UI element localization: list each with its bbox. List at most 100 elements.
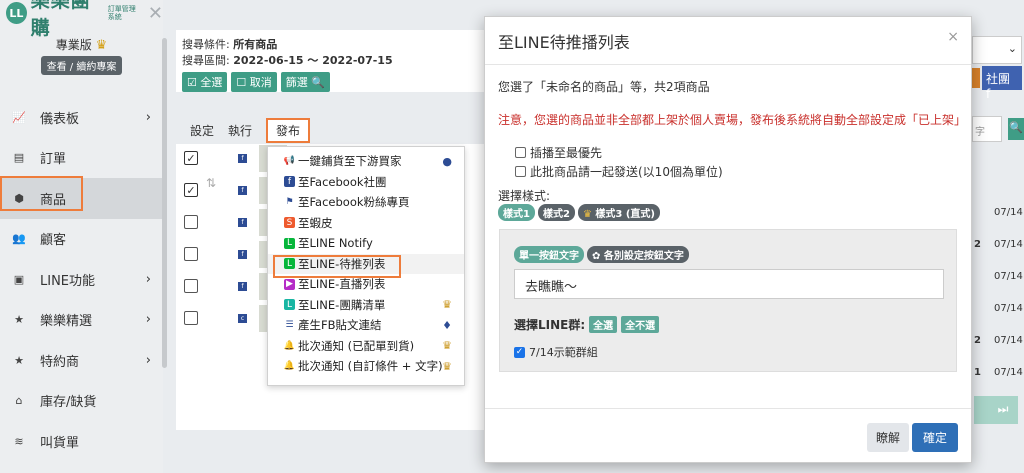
close-sidebar-icon[interactable]: ✕ bbox=[148, 3, 163, 24]
single-button-text-option[interactable]: 單一按鈕文字 bbox=[514, 246, 584, 263]
button-text-input[interactable]: 去瞧瞧～ bbox=[514, 269, 944, 299]
search-icon[interactable]: 🔍 bbox=[1008, 118, 1024, 140]
filter-condition: 搜尋條件: 所有商品 bbox=[182, 38, 278, 51]
tab-execute[interactable]: 執行 bbox=[228, 122, 252, 139]
menu-item-label: 至LINE Notify bbox=[298, 236, 373, 251]
background-search-input[interactable]: 字 bbox=[972, 116, 1002, 142]
menu-item-label: 至LINE-團購清單 bbox=[298, 297, 386, 312]
row-source-icon: c bbox=[238, 313, 247, 323]
stack-icon: ≋ bbox=[14, 434, 24, 448]
style-3-button[interactable]: ♛ 樣式3 (直式) bbox=[577, 204, 660, 221]
sidebar-item-7[interactable]: ⌂ 庫存/缺貨 bbox=[0, 381, 163, 422]
background-orange-button[interactable] bbox=[972, 68, 980, 88]
sidebar-item-1[interactable]: ▤ 訂單 bbox=[0, 138, 163, 179]
publish-menu-item-7[interactable]: L 至LINE-團購清單 ♛ bbox=[268, 295, 464, 316]
publish-menu-item-1[interactable]: f 至Facebook社團 bbox=[268, 172, 464, 193]
sidebar-item-0[interactable]: 📈 儀表板 › bbox=[0, 97, 163, 138]
chart-icon: 📈 bbox=[12, 110, 26, 124]
select-all-groups-button[interactable]: 全選 bbox=[589, 316, 618, 333]
row-source-icon: f bbox=[238, 185, 247, 195]
sidebar-item-6[interactable]: ★ 特約商 › bbox=[0, 340, 163, 381]
publish-menu-item-10[interactable]: 🔔 批次通知 (自訂條件 + 文字) ♛ bbox=[268, 356, 464, 377]
row-count: 2 bbox=[974, 335, 981, 346]
style-options: 樣式1 樣式2 ♛ 樣式3 (直式) bbox=[498, 204, 660, 221]
warning-text: 注意，您選的商品並非全部都上架於個人賣場，發布後系統將自動全部設定成「已上架」 bbox=[498, 113, 967, 127]
row-source-icon: f bbox=[238, 217, 247, 227]
confirm-button[interactable]: 確定 bbox=[911, 423, 958, 452]
option-batch[interactable]: 此批商品請一起發送(以10個為單位) bbox=[515, 163, 723, 180]
line-icon: L bbox=[284, 299, 295, 311]
tab-settings[interactable]: 設定 bbox=[190, 122, 214, 139]
selected-info: 您選了「未命名的商品」等，共2項商品 bbox=[498, 80, 710, 94]
message-settings-panel: 單一按鈕文字 ✿ 各別設定按鈕文字 去瞧瞧～ 選擇LINE群: 全選 全不選 ✓… bbox=[499, 229, 957, 372]
sidebar-item-label: 訂單 bbox=[40, 152, 67, 168]
row-date: 07/14 bbox=[994, 207, 1023, 218]
line-push-modal: 至LINE待推播列表 × 您選了「未命名的商品」等，共2項商品 注意，您選的商品… bbox=[484, 16, 972, 463]
priority-checkbox[interactable] bbox=[515, 147, 526, 158]
tab-publish[interactable]: 發布 bbox=[266, 117, 311, 143]
facebook-icon: f bbox=[284, 176, 295, 188]
megaphone-icon: 📢 bbox=[283, 156, 296, 167]
select-all-button[interactable]: ☑ 全選 bbox=[182, 72, 228, 92]
publish-menu-item-2[interactable]: ⚑ 至Facebook粉絲專頁 bbox=[268, 192, 464, 213]
sidebar-item-3[interactable]: 👥 顧客 bbox=[0, 219, 163, 260]
sidebar-item-5[interactable]: ★ 樂樂精選 › bbox=[0, 300, 163, 341]
sidebar-scrollbar[interactable] bbox=[162, 38, 167, 368]
sidebar-item-8[interactable]: ≋ 叫貨單 bbox=[0, 421, 163, 462]
row-checkbox[interactable] bbox=[184, 311, 198, 325]
publish-menu-item-8[interactable]: ☰ 產生FB貼文連結 ♦ bbox=[268, 315, 464, 336]
sidebar-item-label: 儀表板 bbox=[40, 111, 80, 127]
video-icon: ▶ bbox=[284, 278, 295, 290]
row-checkbox[interactable]: ✓ bbox=[184, 183, 198, 197]
logo-sub: 訂單管理系統 bbox=[107, 5, 136, 21]
modal-footer: 瞭解 確定 bbox=[485, 408, 971, 463]
row-date: 07/14 bbox=[994, 367, 1023, 378]
logo-name: 樂樂團購 bbox=[30, 0, 91, 39]
group-select-label: 選擇LINE群: bbox=[514, 318, 586, 332]
row-source-icon: f bbox=[238, 281, 247, 291]
row-checkbox[interactable]: ✓ bbox=[184, 151, 198, 165]
menu-item-label: 至Facebook社團 bbox=[298, 174, 387, 189]
menu-item-label: 批次通知 (自訂條件 + 文字) bbox=[298, 359, 443, 374]
last-page-icon[interactable]: ⏭ bbox=[988, 396, 1018, 424]
filter-button[interactable]: 篩選 🔍 bbox=[280, 72, 330, 92]
style-2-button[interactable]: 樣式2 bbox=[537, 204, 575, 221]
row-checkbox[interactable] bbox=[184, 215, 198, 229]
active-item-highlight bbox=[0, 176, 83, 211]
group-checkbox[interactable]: ✓ bbox=[514, 346, 525, 358]
sidebar-item-label: LINE功能 bbox=[40, 273, 96, 289]
close-icon[interactable]: × bbox=[947, 29, 959, 45]
renew-plan-button[interactable]: 查看 / 續約專案 bbox=[40, 56, 123, 75]
palette-icon: ✿ bbox=[592, 251, 601, 262]
logo: LL 樂樂團購 訂單管理系統 ✕ bbox=[0, 0, 163, 39]
sidebar-item-4[interactable]: ▣ LINE功能 › bbox=[0, 259, 163, 300]
row-checkbox[interactable] bbox=[184, 247, 198, 261]
select-none-groups-button[interactable]: 全不選 bbox=[621, 316, 660, 333]
background-select[interactable]: ⌄ bbox=[972, 36, 1022, 64]
sidebar-item-label: 庫存/缺貨 bbox=[40, 395, 97, 411]
group-option[interactable]: ✓ 7/14示範群組 bbox=[514, 344, 598, 360]
cancel-select-button[interactable]: ☐ 取消 bbox=[231, 72, 277, 92]
style-1-button[interactable]: 樣式1 bbox=[498, 204, 535, 221]
chevron-right-icon: › bbox=[145, 312, 151, 328]
filter-range: 搜尋區間: 2022-06-15 ～ 2022-07-15 bbox=[182, 54, 393, 67]
crown-icon: ♛ bbox=[95, 38, 108, 53]
sidebar-item-label: 顧客 bbox=[40, 233, 67, 249]
batch-checkbox[interactable] bbox=[515, 166, 526, 177]
publish-menu-item-3[interactable]: S 至蝦皮 bbox=[268, 213, 464, 234]
group-button[interactable]: 社團 f bbox=[982, 66, 1022, 101]
acknowledge-button[interactable]: 瞭解 bbox=[866, 423, 909, 452]
menu-item-badge: ♛ bbox=[442, 339, 452, 353]
chevron-down-icon: ⌄ bbox=[1007, 42, 1017, 55]
menu-item-label: 至LINE-直播列表 bbox=[298, 277, 386, 292]
each-button-text-option[interactable]: ✿ 各別設定按鈕文字 bbox=[587, 246, 689, 263]
row-checkbox[interactable] bbox=[184, 279, 198, 293]
publish-menu-item-4[interactable]: L 至LINE Notify bbox=[268, 233, 464, 254]
option-priority[interactable]: 插播至最優先 bbox=[515, 144, 602, 161]
button-text-mode: 單一按鈕文字 ✿ 各別設定按鈕文字 bbox=[514, 246, 689, 263]
publish-menu-item-0[interactable]: 📢 一鍵鋪貨至下游買家 ● bbox=[268, 151, 464, 172]
row-count: 1 bbox=[974, 367, 981, 378]
filter-buttons: ☑ 全選 ☐ 取消 篩選 🔍 bbox=[182, 72, 490, 92]
plan-name: 專業版 ♛ bbox=[55, 38, 108, 53]
publish-menu-item-9[interactable]: 🔔 批次通知 (已配單到貨) ♛ bbox=[268, 336, 464, 357]
